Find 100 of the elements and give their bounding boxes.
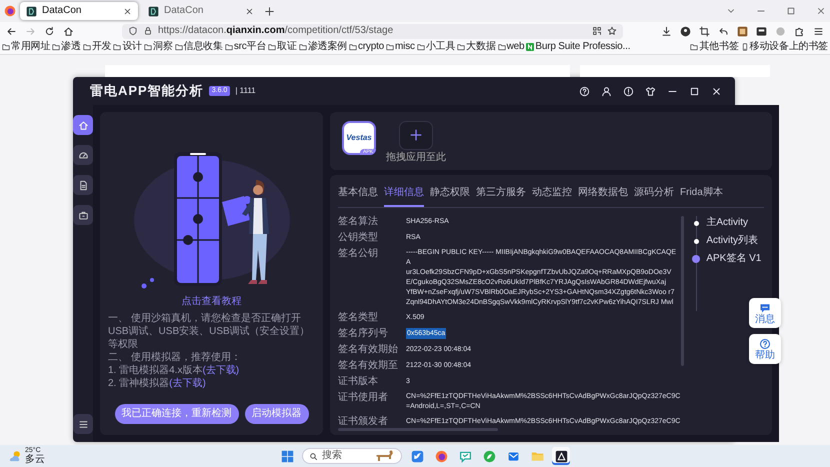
- timeline-item[interactable]: APK签名 V1: [692, 250, 762, 268]
- field-label: 公钥类型: [338, 232, 379, 244]
- qr-code-icon[interactable]: [592, 26, 602, 36]
- close-icon[interactable]: [816, 6, 826, 16]
- home-icon[interactable]: [63, 26, 74, 36]
- site-favicon-icon: [148, 6, 159, 16]
- bookmark-link[interactable]: 常用网址: [2, 41, 50, 53]
- detail-tab[interactable]: 基本信息: [338, 180, 378, 207]
- bookmark-link[interactable]: 小工具: [416, 41, 456, 53]
- download-link[interactable]: (去下载): [202, 365, 240, 376]
- bookmark-link[interactable]: 洞察: [144, 41, 173, 53]
- account-icon[interactable]: [680, 26, 691, 36]
- star-icon[interactable]: [607, 26, 617, 36]
- home-icon: [78, 120, 88, 130]
- menu-icon: [78, 418, 88, 430]
- bookmark-link[interactable]: 移动设备上的书签: [740, 41, 828, 53]
- weather-icon: [8, 450, 22, 462]
- bookmark-link[interactable]: 开发: [82, 41, 112, 53]
- crop-icon[interactable]: [699, 26, 710, 36]
- folder-icon: [113, 43, 122, 51]
- browser-logo-icon: [4, 5, 16, 17]
- undo-icon[interactable]: [718, 26, 729, 36]
- menu-button[interactable]: [73, 414, 93, 434]
- detail-tab[interactable]: 源码分析: [634, 180, 674, 207]
- sidebar-button[interactable]: [73, 175, 93, 195]
- maximize-icon[interactable]: [786, 6, 796, 16]
- user-icon: [601, 86, 612, 96]
- download-link[interactable]: (去下载): [169, 378, 206, 389]
- bookmark-link[interactable]: 渗透案例: [298, 41, 347, 53]
- extensions-icon[interactable]: [794, 26, 805, 36]
- shirt-icon: [645, 86, 656, 96]
- chat-bubble-icon: [458, 450, 472, 462]
- tutorial-link[interactable]: 点击查看教程: [182, 296, 242, 308]
- taskbar-app-button[interactable]: [552, 447, 570, 465]
- field-label: 证书使用者: [338, 392, 389, 405]
- download-icon[interactable]: [661, 26, 672, 36]
- briefcase-icon: [78, 210, 88, 220]
- sidebar-button[interactable]: [73, 145, 93, 165]
- address-text: https://datacon.qianxin.com/competition/ctf/53/stage: [158, 25, 394, 37]
- app-icon: [554, 450, 568, 462]
- folder-icon: [416, 43, 425, 51]
- detail-tab[interactable]: Frida脚本: [680, 180, 723, 207]
- weather-text: 多云: [25, 455, 45, 465]
- extension-icon[interactable]: [756, 26, 767, 36]
- field-label: 证书版本: [338, 376, 379, 388]
- bookmark-link[interactable]: crypto: [349, 41, 384, 53]
- alert-icon: [623, 86, 634, 96]
- close-icon[interactable]: [123, 6, 132, 16]
- bookmark-link[interactable]: web: [498, 41, 524, 53]
- drop-hint: 拖拽应用至此: [386, 152, 446, 164]
- menu-icon[interactable]: [813, 26, 824, 36]
- close-icon[interactable]: [245, 6, 254, 16]
- detail-tab[interactable]: 动态监控: [532, 180, 572, 207]
- bookmark-link[interactable]: misc: [386, 41, 415, 53]
- new-tab-icon[interactable]: [264, 6, 275, 16]
- help-icon: [759, 338, 771, 350]
- bookmark-link[interactable]: src平台: [224, 41, 266, 53]
- gauge-icon: [78, 150, 88, 160]
- bookmark-link[interactable]: 设计: [113, 41, 142, 53]
- help-icon: [579, 86, 590, 96]
- taskbar-search-field[interactable]: 搜索: [302, 448, 402, 464]
- browser-tab[interactable]: DataCon: [142, 2, 260, 20]
- instruction-text: 1. 雷电模拟器4.x版本(去下载): [108, 364, 240, 377]
- folder-icon: [457, 43, 466, 51]
- sidebar-button[interactable]: [73, 205, 93, 225]
- globe-icon: [434, 450, 448, 462]
- maximize-icon: [689, 86, 700, 96]
- timeline-item[interactable]: Activity列表: [692, 232, 758, 250]
- app-title: 雷电APP智能分析: [90, 83, 204, 99]
- sidebar-button[interactable]: [73, 115, 93, 135]
- reload-icon[interactable]: [44, 26, 55, 36]
- phone-icon: [740, 43, 749, 51]
- field-label: 签名有效期始: [338, 344, 399, 356]
- logo-text: Vestas: [346, 132, 372, 142]
- extension-icon[interactable]: [737, 26, 748, 36]
- bookmark-link[interactable]: 渗透: [52, 41, 81, 53]
- bookmark-link[interactable]: 其他书签: [690, 41, 739, 53]
- folder-icon: [224, 43, 233, 51]
- search-icon: [309, 452, 318, 460]
- field-label: 签名公钥: [338, 248, 379, 261]
- detail-tab[interactable]: 第三方服务: [476, 180, 526, 207]
- bookmark-link[interactable]: 大数据: [457, 41, 496, 53]
- floating-button[interactable]: 消息: [749, 298, 781, 328]
- bookmark-link[interactable]: Burp Suite Professio...: [526, 41, 630, 53]
- field-label: 证书颁发者: [338, 416, 389, 428]
- timeline-item[interactable]: 主Activity: [692, 214, 748, 232]
- detail-tab[interactable]: 静态权限: [430, 180, 470, 207]
- add-app-button[interactable]: [399, 120, 433, 150]
- field-label: 签名有效期至: [338, 360, 399, 372]
- folder-icon: [2, 43, 10, 51]
- folder-icon: [268, 43, 276, 51]
- bookmark-link[interactable]: 取证: [268, 41, 297, 53]
- bookmark-link[interactable]: 信息收集: [174, 41, 223, 53]
- detail-tab[interactable]: 详细信息: [384, 180, 424, 207]
- address-field[interactable]: https://datacon.qianxin.com/competition/ctf/53/stage: [122, 24, 623, 38]
- lock-icon: [143, 26, 153, 36]
- floating-button[interactable]: 帮助: [749, 334, 781, 364]
- detail-tab[interactable]: 网络数据包: [578, 180, 628, 207]
- back-icon[interactable]: [6, 26, 17, 36]
- browser-tab[interactable]: DataCon: [20, 2, 138, 20]
